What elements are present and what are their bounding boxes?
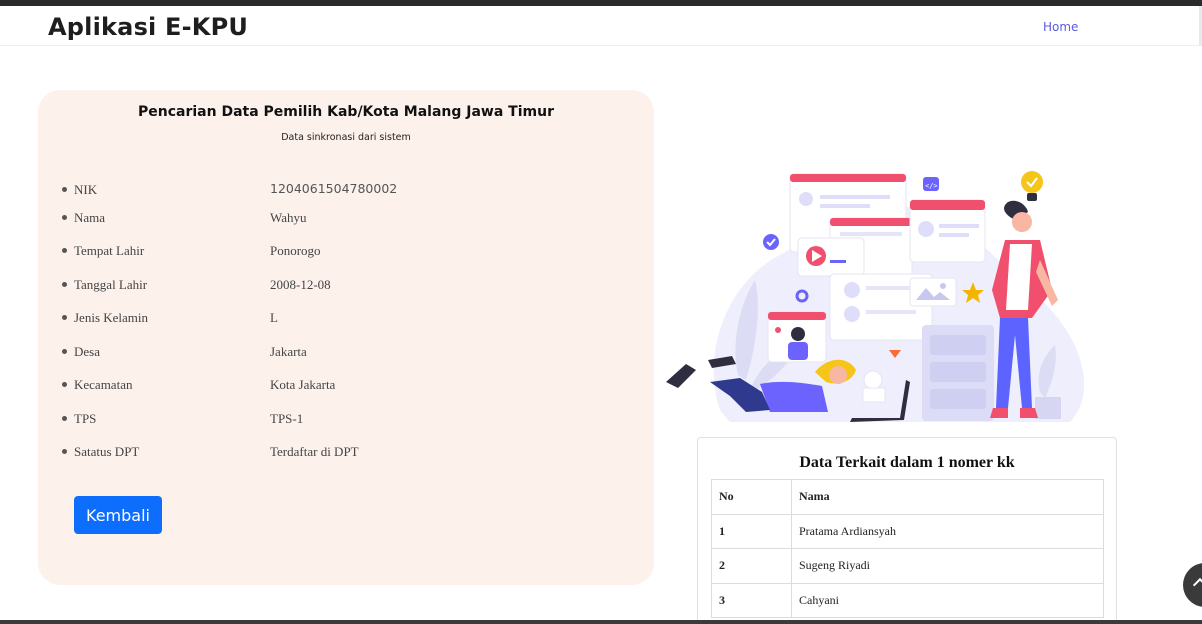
field-value: L (270, 310, 278, 325)
field-value: Ponorogo (270, 243, 321, 258)
nav-home-link[interactable]: Home (1043, 20, 1078, 34)
field-label: NIK (74, 182, 98, 197)
hero-illustration: </> (666, 171, 1085, 422)
field-value: Jakarta (270, 344, 307, 359)
card-title: Pencarian Data Pemilih Kab/Kota Malang J… (138, 104, 554, 120)
table-row: 1 Pratama Ardiansyah (711, 513, 1104, 549)
cell-no: 3 (711, 582, 792, 618)
info-row-kecamatan: Kecamatan Kota Jakarta (60, 375, 620, 395)
back-button[interactable]: Kembali (74, 496, 162, 534)
voter-search-card: Pencarian Data Pemilih Kab/Kota Malang J… (38, 90, 654, 585)
bullet (62, 248, 67, 253)
navbar: Aplikasi E-KPU Home (0, 6, 1202, 46)
info-row-tempat-lahir: Tempat Lahir Ponorogo (60, 241, 620, 261)
bullet (62, 449, 67, 454)
info-row-status-dpt: Satatus DPT Terdaftar di DPT (60, 442, 620, 462)
field-value: 2008-12-08 (270, 277, 331, 292)
column-header-no: No (711, 479, 792, 515)
field-value: 1204061504780002 (270, 181, 398, 196)
field-value: TPS-1 (270, 411, 304, 426)
field-value: Wahyu (270, 210, 307, 225)
field-value: Kota Jakarta (270, 377, 336, 392)
bullet (62, 416, 67, 421)
info-row-desa: Desa Jakarta (60, 342, 620, 362)
bullet (62, 282, 67, 287)
kk-related-card: Data Terkait dalam 1 nomer kk No Nama 1 … (697, 437, 1117, 624)
field-label: Satatus DPT (74, 444, 140, 459)
field-value: Terdaftar di DPT (270, 444, 359, 459)
info-row-nik: NIK 1204061504780002 (60, 180, 620, 200)
kk-table: No Nama 1 Pratama Ardiansyah 2 Sugeng Ri… (711, 479, 1104, 618)
cell-no: 1 (711, 513, 792, 549)
field-label: TPS (74, 411, 97, 426)
cell-nama: Cahyani (791, 582, 1104, 618)
bullet (62, 349, 67, 354)
info-row-jenis-kelamin: Jenis Kelamin L (60, 308, 620, 328)
field-label: Kecamatan (74, 377, 133, 392)
bullet (62, 187, 67, 192)
svg-text:</>: </> (925, 182, 938, 190)
bullet (62, 215, 67, 220)
bullet (62, 315, 67, 320)
info-row-tps: TPS TPS-1 (60, 409, 620, 429)
field-label: Desa (74, 344, 100, 359)
bullet (62, 382, 67, 387)
cell-no: 2 (711, 548, 792, 584)
kk-card-title: Data Terkait dalam 1 nomer kk (799, 454, 1015, 471)
field-label: Nama (74, 210, 106, 225)
window-bottom-edge (0, 620, 1202, 624)
cell-nama: Sugeng Riyadi (791, 548, 1104, 584)
cell-nama: Pratama Ardiansyah (791, 513, 1104, 549)
info-row-nama: Nama Wahyu (60, 208, 620, 228)
chevron-up-icon (1192, 577, 1202, 593)
field-label: Tempat Lahir (74, 243, 145, 258)
scroll-to-top-button[interactable] (1183, 563, 1202, 607)
table-row: 3 Cahyani (711, 582, 1104, 618)
card-subtitle: Data sinkronasi dari sistem (281, 132, 411, 143)
info-row-tanggal-lahir: Tanggal Lahir 2008-12-08 (60, 275, 620, 295)
table-row: 2 Sugeng Riyadi (711, 548, 1104, 584)
field-label: Jenis Kelamin (74, 310, 149, 325)
table-header-row: No Nama (711, 479, 1104, 515)
field-label: Tanggal Lahir (74, 277, 148, 292)
column-header-nama: Nama (791, 479, 1104, 515)
brand-title[interactable]: Aplikasi E-KPU (48, 13, 248, 41)
